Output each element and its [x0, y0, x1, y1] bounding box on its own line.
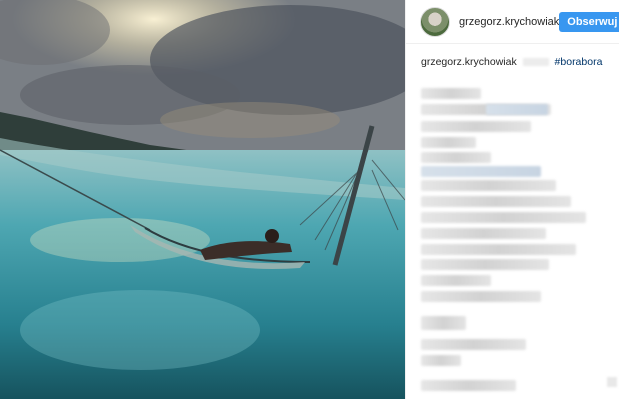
post-header: grzegorz.krychowiak Obserwuj	[406, 0, 619, 44]
blurred-line	[421, 316, 466, 330]
blurred-line	[421, 212, 586, 223]
blurred-line	[421, 339, 526, 350]
blurred-line	[421, 121, 531, 132]
blurred-line	[421, 137, 476, 148]
blurred-line	[421, 244, 576, 255]
caption-blurred-text	[522, 58, 549, 67]
post-photo	[0, 0, 405, 399]
caption: grzegorz.krychowiak #borabora	[406, 44, 619, 68]
blurred-line	[421, 259, 549, 270]
caption-username[interactable]: grzegorz.krychowiak	[421, 56, 517, 68]
blurred-line	[421, 152, 491, 163]
blurred-line	[486, 104, 548, 115]
hashtag-link[interactable]: #borabora	[555, 56, 603, 68]
blurred-line	[421, 180, 556, 191]
username-link[interactable]: grzegorz.krychowiak	[459, 16, 559, 28]
scroll-indicator[interactable]	[607, 377, 617, 387]
avatar[interactable]	[420, 6, 450, 37]
post-sidebar: grzegorz.krychowiak Obserwuj grzegorz.kr…	[405, 0, 619, 399]
blurred-line	[421, 291, 541, 302]
photo-scene	[0, 0, 405, 399]
blurred-line	[421, 228, 546, 239]
blurred-line	[421, 380, 516, 391]
follow-button[interactable]: Obserwuj	[559, 11, 619, 32]
blurred-line	[421, 275, 491, 286]
blurred-line	[421, 166, 541, 177]
blurred-line	[421, 88, 481, 99]
blurred-line	[421, 196, 571, 207]
blurred-line	[421, 355, 461, 366]
